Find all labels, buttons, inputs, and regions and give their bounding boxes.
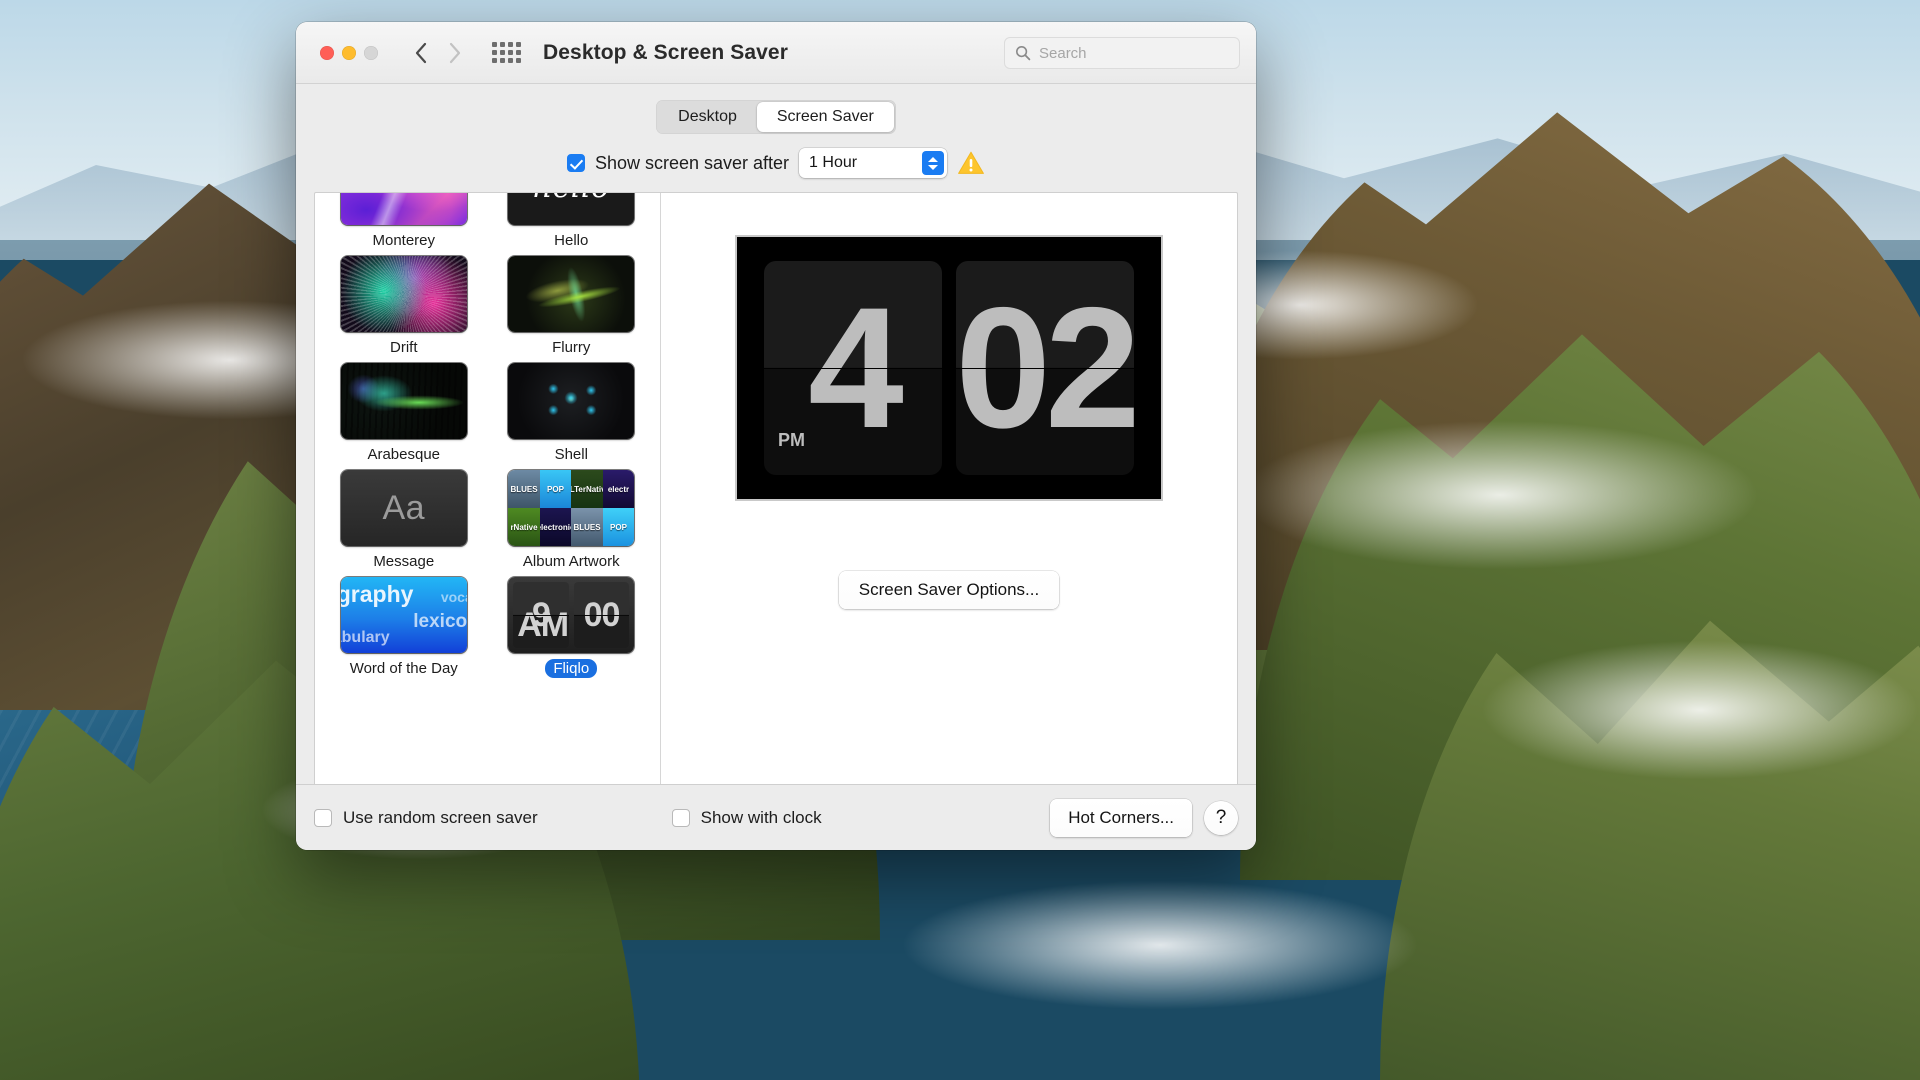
fliqlo-thumb-minute: 00 [584, 596, 620, 635]
system-preferences-window: Desktop & Screen Saver Search Desktop Sc… [296, 22, 1256, 850]
saver-thumbnail-shell [508, 363, 634, 439]
show-with-clock-label: Show with clock [701, 808, 822, 828]
saver-thumbnail-drift [341, 256, 467, 332]
preview-hour-digit: 4 [808, 280, 898, 456]
minimize-button[interactable] [342, 46, 356, 60]
popup-stepper-icon[interactable] [922, 151, 944, 175]
saver-thumbnail-monterey [341, 193, 467, 225]
search-icon [1015, 45, 1031, 61]
fliqlo-thumb-minute-card: 00 [574, 582, 630, 648]
screen-saver-grid: Monterey hello Hello Drift Fl [329, 193, 646, 684]
tab-bar: Desktop Screen Saver [314, 100, 1238, 134]
use-random-screen-saver-label: Use random screen saver [343, 808, 538, 828]
saver-item-monterey[interactable]: Monterey [329, 193, 479, 256]
saver-item-drift[interactable]: Drift [329, 256, 479, 363]
saver-label: Fliqlo [545, 659, 597, 678]
saver-item-fliqlo[interactable]: 9 AM 00 Fliqlo [497, 577, 647, 684]
saver-thumbnail-message: Aa [341, 470, 467, 546]
screen-saver-panel: Monterey hello Hello Drift Fl [314, 192, 1238, 784]
screen-saver-options-button[interactable]: Screen Saver Options... [839, 571, 1059, 609]
tab-screen-saver[interactable]: Screen Saver [757, 102, 894, 132]
hot-corners-button[interactable]: Hot Corners... [1050, 799, 1192, 837]
saver-thumbnail-arabesque [341, 363, 467, 439]
back-chevron-icon[interactable] [414, 42, 427, 64]
fliqlo-thumb-hour-card: 9 AM [513, 582, 569, 648]
album-tile: POP [603, 508, 635, 546]
preview-hour-card: 4 PM [764, 261, 942, 475]
idle-time-popup-button[interactable]: 1 Hour [799, 148, 947, 178]
preferences-content: Desktop Screen Saver Show screen saver a… [296, 84, 1256, 784]
show-all-grid-icon[interactable] [492, 42, 521, 63]
search-field[interactable]: Search [1004, 37, 1240, 69]
saver-item-shell[interactable]: Shell [497, 363, 647, 470]
saver-thumbnail-word-of-the-day: graphy voca lexicog abulary [341, 577, 467, 653]
show-screen-saver-label: Show screen saver after [595, 153, 789, 174]
forward-chevron-icon[interactable] [449, 42, 462, 64]
screen-saver-preview: 4 PM 02 [735, 235, 1163, 501]
tab-desktop[interactable]: Desktop [658, 102, 757, 132]
saver-thumbnail-hello: hello [508, 193, 634, 225]
search-placeholder: Search [1039, 45, 1087, 62]
show-screen-saver-checkbox[interactable] [567, 154, 585, 172]
page-title: Desktop & Screen Saver [543, 41, 788, 65]
wotd-word: lexicog [413, 611, 466, 633]
show-with-clock-checkbox[interactable] [672, 809, 690, 827]
use-random-screen-saver-checkbox[interactable] [314, 809, 332, 827]
use-random-screen-saver-row[interactable]: Use random screen saver [314, 808, 538, 828]
saver-label: Message [365, 552, 442, 571]
album-tile: rNative [508, 508, 540, 546]
album-tile: POP [540, 470, 572, 508]
preview-pane: 4 PM 02 Screen Saver Options... [661, 193, 1237, 784]
screen-saver-list[interactable]: Monterey hello Hello Drift Fl [315, 193, 661, 784]
wotd-word: voca [441, 589, 467, 605]
saver-label: Shell [547, 445, 596, 464]
wotd-word: abulary [341, 629, 390, 647]
saver-label: Arabesque [359, 445, 448, 464]
zoom-button[interactable] [364, 46, 378, 60]
album-tile: BLUES [508, 470, 540, 508]
album-tile: electronic [540, 508, 572, 546]
saver-thumbnail-fliqlo: 9 AM 00 [508, 577, 634, 653]
window-titlebar: Desktop & Screen Saver Search [296, 22, 1256, 84]
message-aa-text: Aa [382, 489, 425, 528]
help-button[interactable]: ? [1204, 801, 1238, 835]
close-button[interactable] [320, 46, 334, 60]
window-bottom-bar: Use random screen saver Show with clock … [296, 784, 1256, 850]
hello-script-text: hello [533, 193, 610, 205]
saver-item-arabesque[interactable]: Arabesque [329, 363, 479, 470]
saver-item-message[interactable]: Aa Message [329, 470, 479, 577]
saver-item-hello[interactable]: hello Hello [497, 193, 647, 256]
show-with-clock-row[interactable]: Show with clock [672, 808, 822, 828]
saver-label: Word of the Day [342, 659, 466, 678]
saver-item-word-of-the-day[interactable]: graphy voca lexicog abulary Word of the … [329, 577, 479, 684]
saver-thumbnail-album-artwork: BLUES POP ALTerNative electr rNative ele… [508, 470, 634, 546]
saver-item-album-artwork[interactable]: BLUES POP ALTerNative electr rNative ele… [497, 470, 647, 577]
saver-item-flurry[interactable]: Flurry [497, 256, 647, 363]
preview-minute-digits: 02 [956, 280, 1134, 456]
warning-triangle-icon [957, 150, 985, 176]
preview-ampm-label: PM [778, 430, 805, 451]
idle-time-value: 1 Hour [809, 154, 857, 172]
wallpaper-fog [900, 880, 1420, 1010]
saver-label: Monterey [364, 231, 443, 250]
traffic-light-group [320, 46, 378, 60]
saver-label: Flurry [544, 338, 598, 357]
fliqlo-thumb-ampm: AM [517, 606, 568, 645]
saver-label: Hello [546, 231, 596, 250]
navigation-controls [414, 42, 462, 64]
album-tile: ALTerNative [571, 470, 603, 508]
saver-label: Album Artwork [515, 552, 628, 571]
album-tile: BLUES [571, 508, 603, 546]
saver-label: Drift [382, 338, 426, 357]
show-after-row: Show screen saver after 1 Hour [314, 148, 1238, 178]
preview-minute-card: 02 [956, 261, 1134, 475]
wotd-word: graphy [341, 581, 414, 608]
saver-thumbnail-flurry [508, 256, 634, 332]
album-tile: electr [603, 470, 635, 508]
